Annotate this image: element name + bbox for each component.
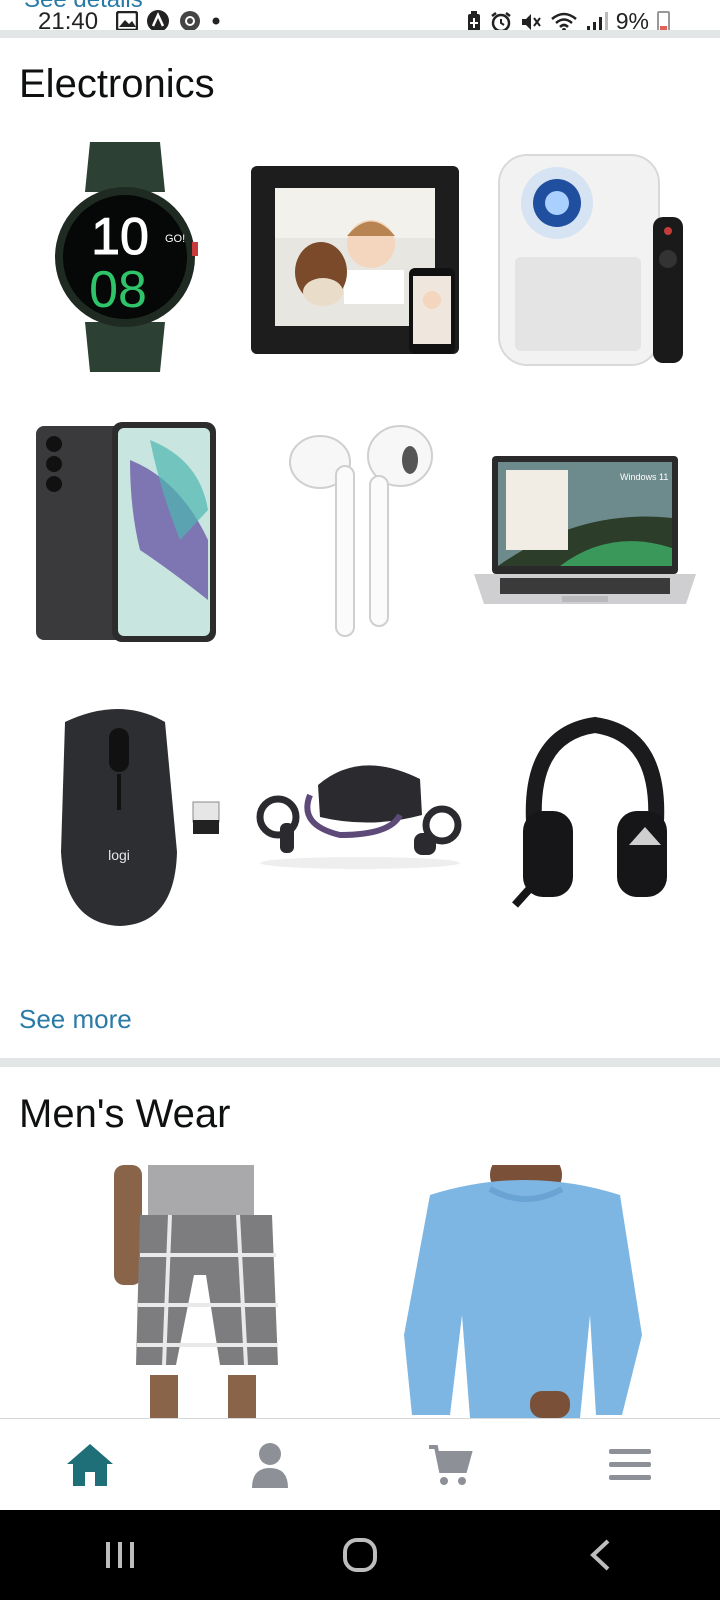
product-blue-long-sleeve-shirt[interactable] <box>390 1165 660 1418</box>
see-more-electronics-link[interactable]: See more <box>19 1004 132 1035</box>
recent-apps-button[interactable] <box>80 1525 160 1585</box>
home-icon <box>67 1443 113 1486</box>
menu-icon <box>609 1448 651 1480</box>
nav-cart[interactable] <box>360 1419 540 1510</box>
product-vr-headset[interactable] <box>245 690 475 940</box>
recent-apps-icon <box>106 1542 134 1568</box>
home-system-button[interactable] <box>320 1525 400 1585</box>
product-wireless-mouse[interactable]: logi <box>10 690 240 940</box>
mens-wear-product-row <box>0 1165 720 1418</box>
home-circle-icon <box>343 1538 377 1572</box>
bottom-navigation-bar <box>0 1418 720 1510</box>
gaming-headset-image <box>512 716 667 908</box>
projector-image <box>498 154 683 366</box>
product-smartwatch[interactable]: 10 08 GO! <box>10 132 240 382</box>
product-gaming-headset[interactable] <box>480 690 710 940</box>
back-system-button[interactable] <box>560 1525 640 1585</box>
blue-shirt-image <box>404 1165 642 1418</box>
nav-account[interactable] <box>180 1419 360 1510</box>
vr-headset-image <box>256 765 462 869</box>
mouse-image: logi <box>61 709 220 926</box>
product-digital-photo-frame[interactable] <box>245 132 475 382</box>
system-navigation-bar <box>0 1510 720 1600</box>
mouse-brand-logo: logi <box>108 847 130 863</box>
product-wireless-earbuds[interactable] <box>245 408 475 658</box>
status-bar: See details 21:40 9% <box>0 0 720 35</box>
nav-home[interactable] <box>0 1419 180 1510</box>
cart-icon <box>429 1444 473 1485</box>
mens-wear-section-title: Men's Wear <box>19 1092 231 1136</box>
watch-time-bottom: 08 <box>89 261 147 319</box>
electronics-product-grid: 10 08 GO! Windows 11 logi <box>0 120 720 950</box>
cargo-shorts-image <box>114 1165 278 1418</box>
photo-frame-image <box>251 166 459 354</box>
earbuds-image <box>289 425 433 637</box>
product-laptop[interactable]: Windows 11 <box>470 408 700 658</box>
laptop-image: Windows 11 <box>474 456 696 604</box>
back-icon <box>590 1539 610 1571</box>
product-smartphone[interactable] <box>10 408 240 658</box>
section-divider <box>0 1058 720 1067</box>
account-icon <box>252 1442 288 1488</box>
laptop-screen-label: Windows 11 <box>620 472 668 482</box>
smartphone-image <box>36 422 216 642</box>
watch-go-label: GO! <box>165 233 185 245</box>
product-mini-projector[interactable] <box>480 132 710 382</box>
smartwatch-image: 10 08 GO! <box>55 142 198 372</box>
status-bar-divider <box>0 30 720 38</box>
gallery-icon <box>116 11 138 31</box>
watch-time-top: 10 <box>91 208 149 266</box>
dot-icon <box>212 17 220 25</box>
nav-menu[interactable] <box>540 1419 720 1510</box>
product-plaid-cargo-shorts[interactable] <box>110 1165 290 1418</box>
electronics-section-title: Electronics <box>19 62 215 106</box>
